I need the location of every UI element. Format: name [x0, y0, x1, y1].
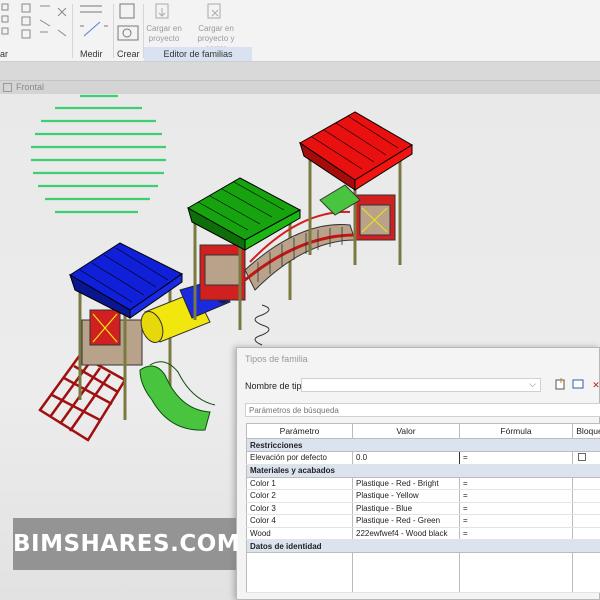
- param-formula[interactable]: =: [459, 451, 573, 465]
- param-formula[interactable]: =: [459, 527, 573, 540]
- table-row[interactable]: Color 3 Plastique - Blue =: [246, 502, 600, 515]
- group-name: Materiales y acabados: [246, 463, 600, 478]
- ribbon-gap: [0, 62, 600, 80]
- load-and-close-icon: [207, 3, 221, 19]
- parameters-table: Parámetro Valor Fórmula Bloque Restricci…: [246, 423, 600, 593]
- param-name: Color 1: [246, 477, 353, 490]
- param-formula[interactable]: =: [459, 477, 573, 490]
- ribbon-group-create: Crear: [114, 0, 144, 62]
- group-name: Restricciones: [246, 438, 600, 452]
- load-into-project-icon: [155, 3, 169, 19]
- lock-cell: [572, 502, 600, 515]
- ribbon: ar Medir Crear Cargar en proyecto Cargar…: [0, 0, 600, 62]
- lock-cell: [572, 514, 600, 528]
- load-into-project-button[interactable]: Cargar en proyecto: [144, 24, 184, 44]
- lock-cell: [572, 527, 600, 540]
- param-name: Color 2: [246, 489, 353, 503]
- column-header-formula[interactable]: Fórmula: [459, 423, 573, 439]
- chevron-down-icon: ⌵: [529, 379, 536, 389]
- create-group-label: Crear: [117, 49, 140, 59]
- ribbon-group-measure: Medir: [74, 0, 112, 62]
- new-type-icon[interactable]: [553, 378, 567, 392]
- climbing-net: [38, 353, 127, 442]
- type-name-label: Nombre de tipo:: [245, 381, 310, 391]
- view-tab-bar: Frontal: [0, 80, 600, 94]
- green-slide: [139, 361, 216, 431]
- param-value-field[interactable]: 0.0: [352, 451, 460, 465]
- lock-cell: [572, 451, 600, 465]
- measure-group-label: Medir: [80, 49, 103, 59]
- parameter-search-input[interactable]: [245, 403, 600, 417]
- table-row[interactable]: Color 4 Plastique - Red - Green =: [246, 514, 600, 528]
- param-value[interactable]: Plastique - Blue: [352, 502, 460, 515]
- column-header-lock[interactable]: Bloque: [572, 423, 600, 439]
- param-formula[interactable]: =: [459, 489, 573, 503]
- param-name: Wood: [246, 527, 353, 540]
- dialog-title: Tipos de familia: [245, 354, 308, 364]
- table-row[interactable]: Elevación por defecto 0.0 =: [246, 451, 600, 465]
- param-value[interactable]: Plastique - Yellow: [352, 489, 460, 503]
- family-types-dialog: Tipos de familia Nombre de tipo: ⌵ ✕ Par…: [236, 347, 600, 600]
- modify-tools-icons[interactable]: [0, 0, 72, 46]
- modify-group-label: ar: [0, 49, 9, 59]
- view-icon: [3, 83, 12, 92]
- measure-tool-icon[interactable]: [74, 0, 110, 44]
- param-name: Color 4: [246, 514, 353, 528]
- create-tool-icon[interactable]: [114, 0, 144, 44]
- stripe-circle-graphic: [31, 94, 166, 214]
- table-row[interactable]: Wood 222ewfwef4 - Wood black =: [246, 527, 600, 540]
- table-row[interactable]: Color 2 Plastique - Yellow =: [246, 489, 600, 503]
- family-editor-panel-label: Editor de familias: [144, 47, 252, 61]
- lock-cell: [572, 477, 600, 490]
- param-formula[interactable]: =: [459, 502, 573, 515]
- ribbon-group-modify: ar: [0, 0, 72, 62]
- group-row-identity[interactable]: Datos de identidad: [246, 539, 600, 553]
- view-tab-frontal[interactable]: Frontal: [16, 82, 44, 92]
- table-row[interactable]: Color 1 Plastique - Red - Bright =: [246, 477, 600, 490]
- ribbon-separator: [72, 4, 73, 58]
- group-name: Datos de identidad: [246, 539, 600, 553]
- column-header-parameter[interactable]: Parámetro: [246, 423, 353, 439]
- group-row-materials[interactable]: Materiales y acabados: [246, 463, 600, 478]
- empty-row: [246, 552, 600, 593]
- param-formula[interactable]: =: [459, 514, 573, 528]
- rename-type-icon[interactable]: [571, 378, 585, 392]
- param-name: Color 3: [246, 502, 353, 515]
- lock-checkbox[interactable]: [578, 452, 586, 461]
- group-row-constraints[interactable]: Restricciones: [246, 438, 600, 452]
- type-name-dropdown[interactable]: ⌵: [301, 378, 541, 392]
- param-value[interactable]: 222ewfwef4 - Wood black: [352, 527, 460, 540]
- table-header-row: Parámetro Valor Fórmula Bloque: [246, 423, 600, 439]
- delete-type-icon[interactable]: ✕: [589, 378, 600, 392]
- param-value[interactable]: Plastique - Red - Bright: [352, 477, 460, 490]
- param-name: Elevación por defecto: [246, 451, 353, 465]
- param-value[interactable]: Plastique - Red - Green: [352, 514, 460, 528]
- column-header-value[interactable]: Valor: [352, 423, 460, 439]
- watermark-logo: BIMSHARES.COM: [13, 518, 240, 570]
- lock-cell: [572, 489, 600, 503]
